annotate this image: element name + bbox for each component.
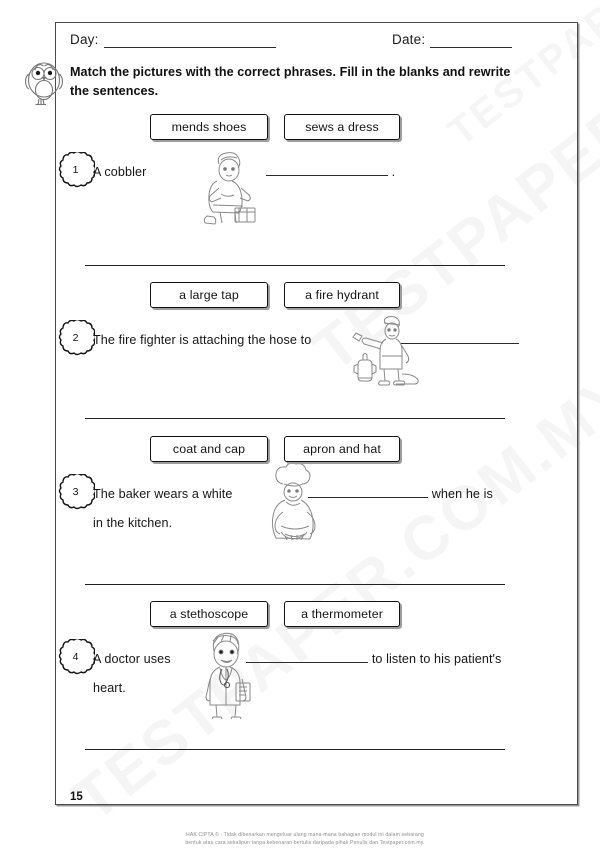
choice-box[interactable]: coat and cap	[150, 436, 268, 462]
sentence-line: A cobbler .	[93, 158, 578, 187]
day-field[interactable]: Day:	[70, 32, 276, 48]
choice-box[interactable]: mends shoes	[150, 114, 268, 140]
sentence-text-after: .	[391, 165, 396, 179]
day-blank-line[interactable]	[103, 33, 276, 48]
page-number: 15	[70, 791, 83, 803]
copyright-line-1: HAK CIPTA © : Tidak dibenarkan mengeluar…	[185, 832, 425, 838]
owl-icon	[22, 58, 66, 106]
rewrite-answer-line[interactable]	[85, 418, 505, 419]
date-label: Date:	[392, 32, 426, 47]
sentence-text-second-line: in the kitchen.	[93, 516, 173, 530]
sentence-text-before: The baker wears a white	[93, 487, 233, 501]
question-number: 4	[72, 651, 79, 663]
answer-blank[interactable]	[266, 162, 389, 176]
worksheet-header: Day: Date:	[70, 32, 550, 54]
choice-box[interactable]: a thermometer	[284, 601, 400, 627]
question-number-bubble: 2	[55, 320, 95, 356]
date-blank-line[interactable]	[430, 33, 513, 48]
sentence-line: The fire fighter is attaching the hose t…	[93, 326, 578, 355]
choice-box[interactable]: a fire hydrant	[284, 282, 400, 308]
question-number: 2	[72, 332, 79, 344]
rewrite-answer-line[interactable]	[85, 584, 505, 585]
question-number: 1	[72, 164, 79, 176]
sentence-text-before: A cobbler	[93, 165, 147, 179]
fire-fighter-with-hydrant-image	[350, 316, 428, 386]
sentence-line: The baker wears a white when he is in th…	[93, 480, 578, 538]
choice-box[interactable]: a large tap	[150, 282, 268, 308]
baker-with-bread-image	[265, 464, 327, 546]
sentence-text-after: to listen to his patient's	[371, 652, 502, 666]
sentence-text-before: A doctor uses	[93, 652, 171, 666]
sentence-text-second-line: heart.	[93, 681, 126, 695]
sentence-line: A doctor uses to listen to his patient's…	[93, 645, 578, 703]
date-field[interactable]: Date:	[392, 32, 513, 48]
choice-box[interactable]: apron and hat	[284, 436, 400, 462]
choice-box[interactable]: a stethoscope	[150, 601, 268, 627]
question-number-bubble: 1	[55, 152, 95, 188]
sentence-text-before: The fire fighter is attaching the hose t…	[93, 333, 312, 347]
rewrite-answer-line[interactable]	[85, 265, 505, 266]
question-number-bubble: 4	[55, 639, 95, 675]
choice-box[interactable]: sews a dress	[284, 114, 400, 140]
sentence-text-after: when he is	[431, 487, 493, 501]
copyright-footer: HAK CIPTA © : Tidak dibenarkan mengeluar…	[125, 831, 485, 848]
instruction-block: Match the pictures with the correct phra…	[25, 62, 540, 106]
doctor-with-clipboard-image	[200, 629, 258, 719]
instruction-text: Match the pictures with the correct phra…	[70, 65, 511, 98]
day-label: Day:	[70, 32, 99, 47]
question-number-bubble: 3	[55, 474, 95, 510]
answer-blank[interactable]	[246, 649, 369, 663]
copyright-line-2: bentuk atau cara sekalipun tanpa kebenar…	[185, 840, 425, 847]
question-number: 3	[72, 486, 79, 498]
cobbler-mending-shoes-image	[195, 148, 267, 226]
rewrite-answer-line[interactable]	[85, 749, 505, 750]
